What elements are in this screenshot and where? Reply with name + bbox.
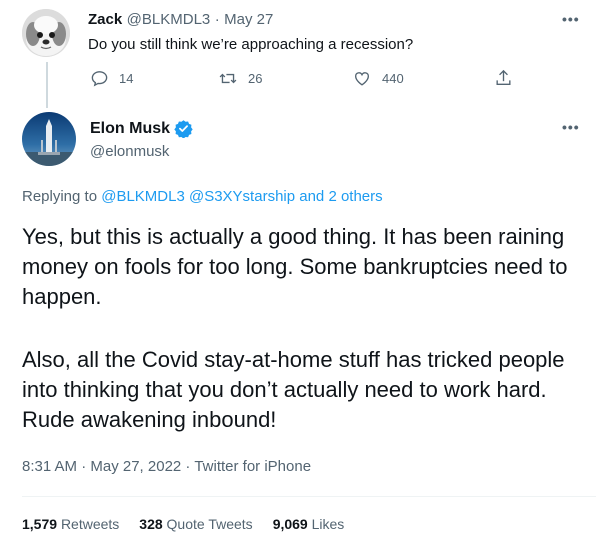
tweet-stats: 1,579 Retweets 328 Quote Tweets 9,069 Li… — [22, 516, 344, 532]
like-icon — [354, 72, 370, 86]
tweet-date[interactable]: May 27 — [224, 11, 273, 28]
replying-to-users[interactable]: @BLKMDL3 @S3XYstarship and 2 others — [101, 188, 382, 205]
retweets-label: Retweets — [60, 516, 120, 532]
likes-count: 9,069 — [272, 516, 308, 532]
share-icon — [496, 69, 511, 86]
main-tweet-author: Elon Musk — [90, 119, 193, 138]
verified-badge-icon — [174, 120, 193, 138]
separator-dot: · — [214, 11, 220, 28]
more-icon[interactable]: ••• — [562, 12, 580, 26]
replying-to: Replying to @BLKMDL3 @S3XYstarship and 2… — [22, 188, 383, 205]
reply-button[interactable]: 14 — [90, 69, 133, 88]
like-count: 440 — [382, 71, 404, 86]
parent-tweet-header: Zack @BLKMDL3 · May 27 — [88, 11, 273, 29]
parent-tweet-text: Do you still think we’re approaching a r… — [88, 36, 414, 53]
tweet-paragraph-2: Also, all the Covid stay-at-home stuff h… — [22, 347, 565, 432]
reply-count: 14 — [119, 71, 134, 86]
reply-icon — [91, 71, 108, 87]
author-name[interactable]: Elon Musk — [90, 120, 170, 138]
avatar-zack[interactable] — [22, 9, 70, 57]
thread-line — [46, 62, 48, 108]
likes-stat[interactable]: 9,069 Likes — [273, 516, 345, 532]
rocket-avatar-image — [22, 112, 76, 166]
more-icon[interactable]: ••• — [562, 120, 580, 134]
likes-label: Likes — [311, 516, 345, 532]
retweets-count: 1,579 — [22, 516, 58, 532]
replying-to-prefix: Replying to — [22, 188, 98, 205]
retweet-count: 26 — [248, 71, 263, 86]
like-button[interactable]: 440 — [352, 69, 404, 88]
retweet-button[interactable]: 26 — [218, 69, 262, 88]
divider — [22, 496, 596, 497]
retweets-stat[interactable]: 1,579 Retweets — [22, 516, 119, 532]
author-name[interactable]: Zack — [88, 11, 122, 28]
retweet-icon — [219, 73, 237, 84]
quotes-count: 328 — [139, 516, 163, 532]
avatar-elon[interactable] — [22, 112, 76, 166]
author-handle[interactable]: @BLKMDL3 — [127, 11, 211, 28]
share-button[interactable] — [494, 68, 513, 88]
author-handle[interactable]: @elonmusk — [90, 143, 169, 160]
quotes-label: Quote Tweets — [166, 516, 253, 532]
dog-avatar-image — [22, 9, 70, 57]
tweet-paragraph-1: Yes, but this is actually a good thing. … — [22, 224, 568, 309]
tweet-timestamp[interactable]: 8:31 AM · May 27, 2022 · Twitter for iPh… — [22, 458, 311, 475]
quote-tweets-stat[interactable]: 328 Quote Tweets — [139, 516, 252, 532]
